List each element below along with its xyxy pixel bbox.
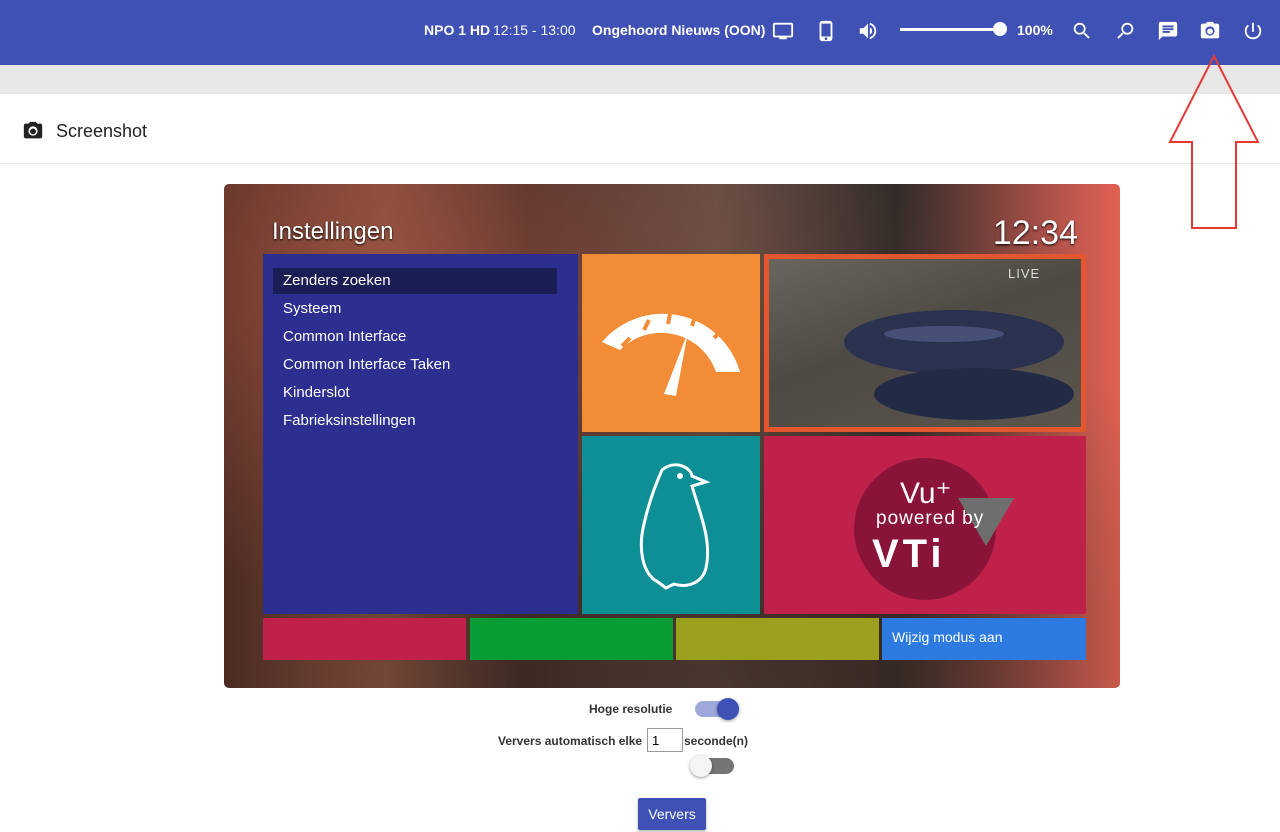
green-button[interactable] — [470, 618, 673, 660]
program-title: Ongehoord Nieuws (OON) — [592, 22, 766, 38]
channel-name: NPO 1 HD — [424, 22, 491, 38]
toggle-knob — [690, 755, 712, 777]
message-icon[interactable] — [1155, 18, 1181, 44]
logo-line-3: VTi — [872, 532, 946, 576]
tv-icon[interactable] — [770, 18, 796, 44]
menu-item[interactable]: Systeem — [273, 296, 557, 322]
linux-tile[interactable] — [582, 436, 760, 614]
red-button[interactable] — [263, 618, 466, 660]
search-history-icon[interactable] — [1112, 18, 1138, 44]
auto-refresh-toggle[interactable] — [690, 755, 734, 777]
blue-button[interactable]: Wijzig modus aan — [882, 618, 1086, 660]
logo-line-2: powered by — [876, 508, 985, 529]
search-icon[interactable] — [1069, 18, 1095, 44]
menu-item[interactable]: Kinderslot — [273, 380, 557, 406]
camera-icon[interactable] — [1197, 18, 1223, 44]
penguin-icon — [639, 463, 711, 590]
menu-item[interactable]: Common Interface — [273, 324, 557, 350]
settings-menu: Zenders zoeken Systeem Common Interface … — [263, 254, 578, 614]
toolbar-spacer — [0, 65, 1280, 94]
menu-item[interactable]: Zenders zoeken — [273, 268, 557, 294]
phone-icon[interactable] — [813, 18, 839, 44]
tv-screenshot: Instellingen 12:34 Zenders zoeken Systee… — [224, 184, 1120, 688]
page-title: Screenshot — [56, 121, 148, 141]
power-icon[interactable] — [1240, 18, 1266, 44]
speed-tile[interactable] — [582, 254, 760, 432]
arrow-up-icon — [1168, 54, 1260, 229]
toggle-knob — [717, 698, 739, 720]
refresh-button[interactable]: Ververs — [638, 798, 706, 830]
interval-unit: seconde(n) — [684, 734, 749, 748]
interval-input[interactable] — [647, 728, 683, 752]
high-res-toggle[interactable] — [695, 698, 739, 720]
yellow-button[interactable] — [676, 618, 879, 660]
volume-slider-thumb[interactable] — [993, 22, 1007, 36]
logo-line-1: Vu⁺ — [900, 477, 952, 510]
menu-item[interactable]: Fabrieksinstellingen — [273, 408, 557, 434]
vti-logo-tile[interactable]: Vu⁺ powered by VTi — [764, 436, 1086, 614]
menu-item[interactable]: Common Interface Taken — [273, 352, 557, 378]
high-res-label: Hoge resolutie — [589, 702, 673, 716]
clock: 12:34 — [992, 214, 1078, 252]
program-time: 12:15 - 13:00 — [493, 22, 576, 38]
top-bar: NPO 1 HD 12:15 - 13:00 Ongehoord Nieuws … — [0, 0, 1280, 65]
volume-slider-track[interactable] — [900, 28, 1000, 31]
gauge-icon — [602, 313, 740, 396]
live-label: LIVE — [1008, 266, 1041, 281]
camera-icon — [23, 121, 43, 139]
volume-value: 100% — [1017, 22, 1053, 38]
settings-title: Instellingen — [272, 218, 394, 245]
card-header: Screenshot — [0, 94, 1280, 164]
auto-refresh-label: Ververs automatisch elke — [498, 734, 643, 748]
volume-icon[interactable] — [855, 18, 881, 44]
